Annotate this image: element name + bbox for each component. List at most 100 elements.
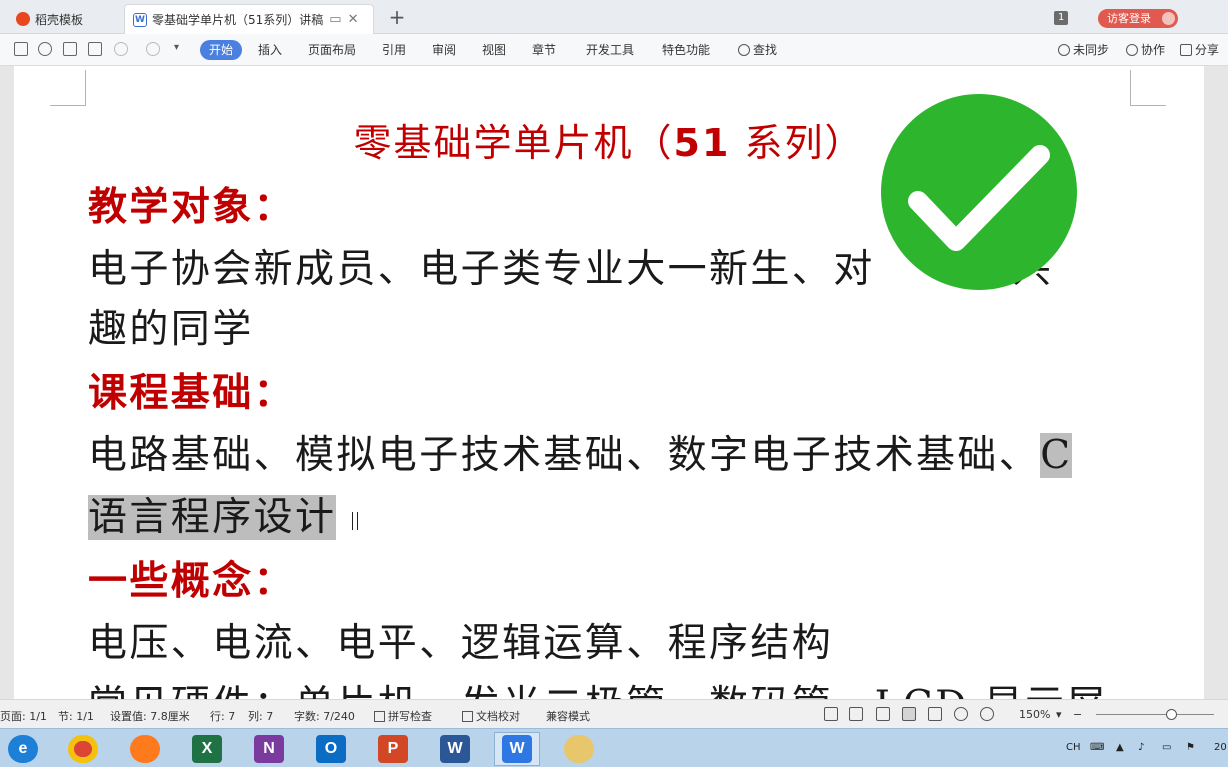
print-preview-icon[interactable] xyxy=(88,42,102,56)
selected-text[interactable]: C xyxy=(1040,433,1073,478)
action-center-icon[interactable]: ⚑ xyxy=(1186,742,1195,753)
wps-icon[interactable]: W xyxy=(494,732,540,766)
heading-prerequisites: 课程基础： xyxy=(88,370,296,416)
tab-label: 零基础学单片机（51系列）讲稿 xyxy=(152,13,324,27)
wps-writer-icon: W xyxy=(133,12,147,27)
margin-corner-mark xyxy=(1130,70,1166,106)
title-number: 51 xyxy=(673,121,731,165)
status-page[interactable]: 页面: 1/1 xyxy=(0,708,47,724)
tab-docer-templates[interactable]: 稻壳模板 xyxy=(8,4,120,34)
outlook-icon[interactable]: O xyxy=(308,732,354,766)
undo-icon[interactable] xyxy=(114,42,128,56)
title-bar: 稻壳模板 W 零基础学单片机（51系列）讲稿 ▭ ✕ + 1 访客登录 xyxy=(0,0,1228,34)
redo-icon[interactable] xyxy=(146,42,160,56)
new-tab-button[interactable]: + xyxy=(386,5,408,29)
excel-icon[interactable]: X xyxy=(184,732,230,766)
share-button[interactable]: 分享 xyxy=(1180,40,1219,60)
save-icon[interactable] xyxy=(14,42,28,56)
compat-mode-label: 兼容模式 xyxy=(546,710,590,723)
proofread-icon xyxy=(462,711,473,722)
keyboard-icon[interactable]: ⌨ xyxy=(1090,742,1104,753)
status-setting[interactable]: 设置值: 7.8厘米 xyxy=(110,708,190,724)
close-icon[interactable]: ✕ xyxy=(348,12,359,27)
avatar xyxy=(1162,12,1175,25)
paragraph: 电压、电流、电平、逻辑运算、程序结构 xyxy=(88,621,834,666)
share-icon xyxy=(1180,44,1192,56)
ie-icon[interactable]: e xyxy=(0,732,46,766)
sync-button[interactable]: 未同步 xyxy=(1058,40,1109,60)
chrome-icon[interactable] xyxy=(60,732,106,766)
paragraph: 语言程序设计 xyxy=(88,486,337,542)
eye-protection-icon[interactable] xyxy=(980,707,994,721)
zoom-out-icon[interactable]: − xyxy=(1073,708,1082,721)
proofread-button[interactable]: 文档校对 xyxy=(462,708,520,724)
margin-corner-mark xyxy=(50,70,86,106)
window-count-badge[interactable]: 1 xyxy=(1054,11,1069,25)
cloud-icon xyxy=(1058,44,1070,56)
onenote-icon[interactable]: N xyxy=(246,732,292,766)
page-view-icon[interactable] xyxy=(902,707,916,721)
proofread-label: 文档校对 xyxy=(476,710,520,723)
word-icon[interactable]: W xyxy=(432,732,478,766)
pen-icon[interactable] xyxy=(876,707,890,721)
user-icon xyxy=(1126,44,1138,56)
outline-view-icon[interactable] xyxy=(928,707,942,721)
search-button[interactable]: 查找 xyxy=(738,40,777,60)
share-label: 分享 xyxy=(1195,43,1220,57)
format-painter-icon[interactable] xyxy=(38,42,52,56)
zoom-slider-handle[interactable] xyxy=(1166,709,1177,720)
ribbon: ▾ 开始 插入 页面布局 引用 审阅 视图 章节 开发工具 特色功能 查找 未同… xyxy=(0,34,1228,66)
tab-page-layout[interactable]: 页面布局 xyxy=(308,40,356,60)
heading-concepts: 一些概念： xyxy=(88,558,296,604)
collaborate-button[interactable]: 协作 xyxy=(1126,40,1165,60)
text-cursor-icon xyxy=(352,512,358,530)
chevron-up-icon[interactable]: ▲ xyxy=(1116,742,1124,753)
tab-document[interactable]: W 零基础学单片机（51系列）讲稿 ▭ ✕ xyxy=(124,4,374,34)
tab-references[interactable]: 引用 xyxy=(382,40,406,60)
tab-restore-icon[interactable]: ▭ xyxy=(329,12,341,27)
collab-label: 协作 xyxy=(1141,43,1166,57)
chevron-down-icon[interactable]: ▾ xyxy=(174,42,179,53)
visitor-login-button[interactable]: 访客登录 xyxy=(1098,9,1178,28)
paragraph: 电路基础、模拟电子技术基础、数字电子技术基础、C xyxy=(88,424,1073,480)
status-row: 行: 7 xyxy=(210,710,236,723)
tab-developer[interactable]: 开发工具 xyxy=(586,40,634,60)
web-view-icon[interactable] xyxy=(954,707,968,721)
zoom-level[interactable]: 150% xyxy=(1019,708,1050,721)
tab-view[interactable]: 视图 xyxy=(482,40,506,60)
status-wordcount[interactable]: 字数: 7/240 xyxy=(294,708,355,724)
tab-label: 稻壳模板 xyxy=(35,12,84,27)
paint-icon[interactable] xyxy=(556,732,602,766)
selected-text[interactable]: 语言程序设计 xyxy=(88,495,337,540)
read-mode-icon[interactable] xyxy=(849,707,863,721)
text-run: 电路基础、模拟电子技术基础、数字电子技术基础、 xyxy=(88,433,1041,478)
status-section[interactable]: 节: 1/1 xyxy=(58,708,94,724)
network-icon[interactable]: ▭ xyxy=(1162,742,1171,753)
zoom-slider-track[interactable] xyxy=(1096,714,1214,715)
sync-label: 未同步 xyxy=(1073,43,1110,57)
powerpoint-icon[interactable]: P xyxy=(370,732,416,766)
spellcheck-button[interactable]: 拼写检查 xyxy=(374,708,432,724)
print-icon[interactable] xyxy=(63,42,77,56)
firefox-icon[interactable] xyxy=(122,732,168,766)
paragraph: 趣的同学 xyxy=(88,307,254,352)
tab-features[interactable]: 特色功能 xyxy=(662,40,710,60)
spellcheck-icon xyxy=(374,711,385,722)
tab-insert[interactable]: 插入 xyxy=(258,40,282,60)
volume-icon[interactable]: ♪ xyxy=(1138,742,1144,753)
title-prefix: 零基础学单片机（ xyxy=(353,121,674,165)
input-language[interactable]: CH xyxy=(1066,742,1081,753)
clock[interactable]: 20 xyxy=(1214,742,1227,753)
fullscreen-icon[interactable] xyxy=(824,707,838,721)
tab-home[interactable]: 开始 xyxy=(200,40,243,60)
status-bar: 页面: 1/1 节: 1/1 设置值: 7.8厘米 行: 7 列: 7 字数: … xyxy=(0,699,1228,728)
tab-review[interactable]: 审阅 xyxy=(432,40,456,60)
zoom-dropdown-icon[interactable]: ▾ xyxy=(1056,708,1062,721)
docer-logo-icon xyxy=(16,12,30,26)
heading-teaching-target: 教学对象： xyxy=(88,184,296,230)
search-label: 查找 xyxy=(753,43,778,57)
search-icon xyxy=(738,44,750,56)
tab-chapter[interactable]: 章节 xyxy=(532,40,556,60)
taskbar: e X N O P W W CH ⌨ ▲ ♪ ▭ ⚑ 20 xyxy=(0,728,1228,767)
text-run: 电子协会新成员、电子类专业大一新生、对 xyxy=(88,247,875,292)
